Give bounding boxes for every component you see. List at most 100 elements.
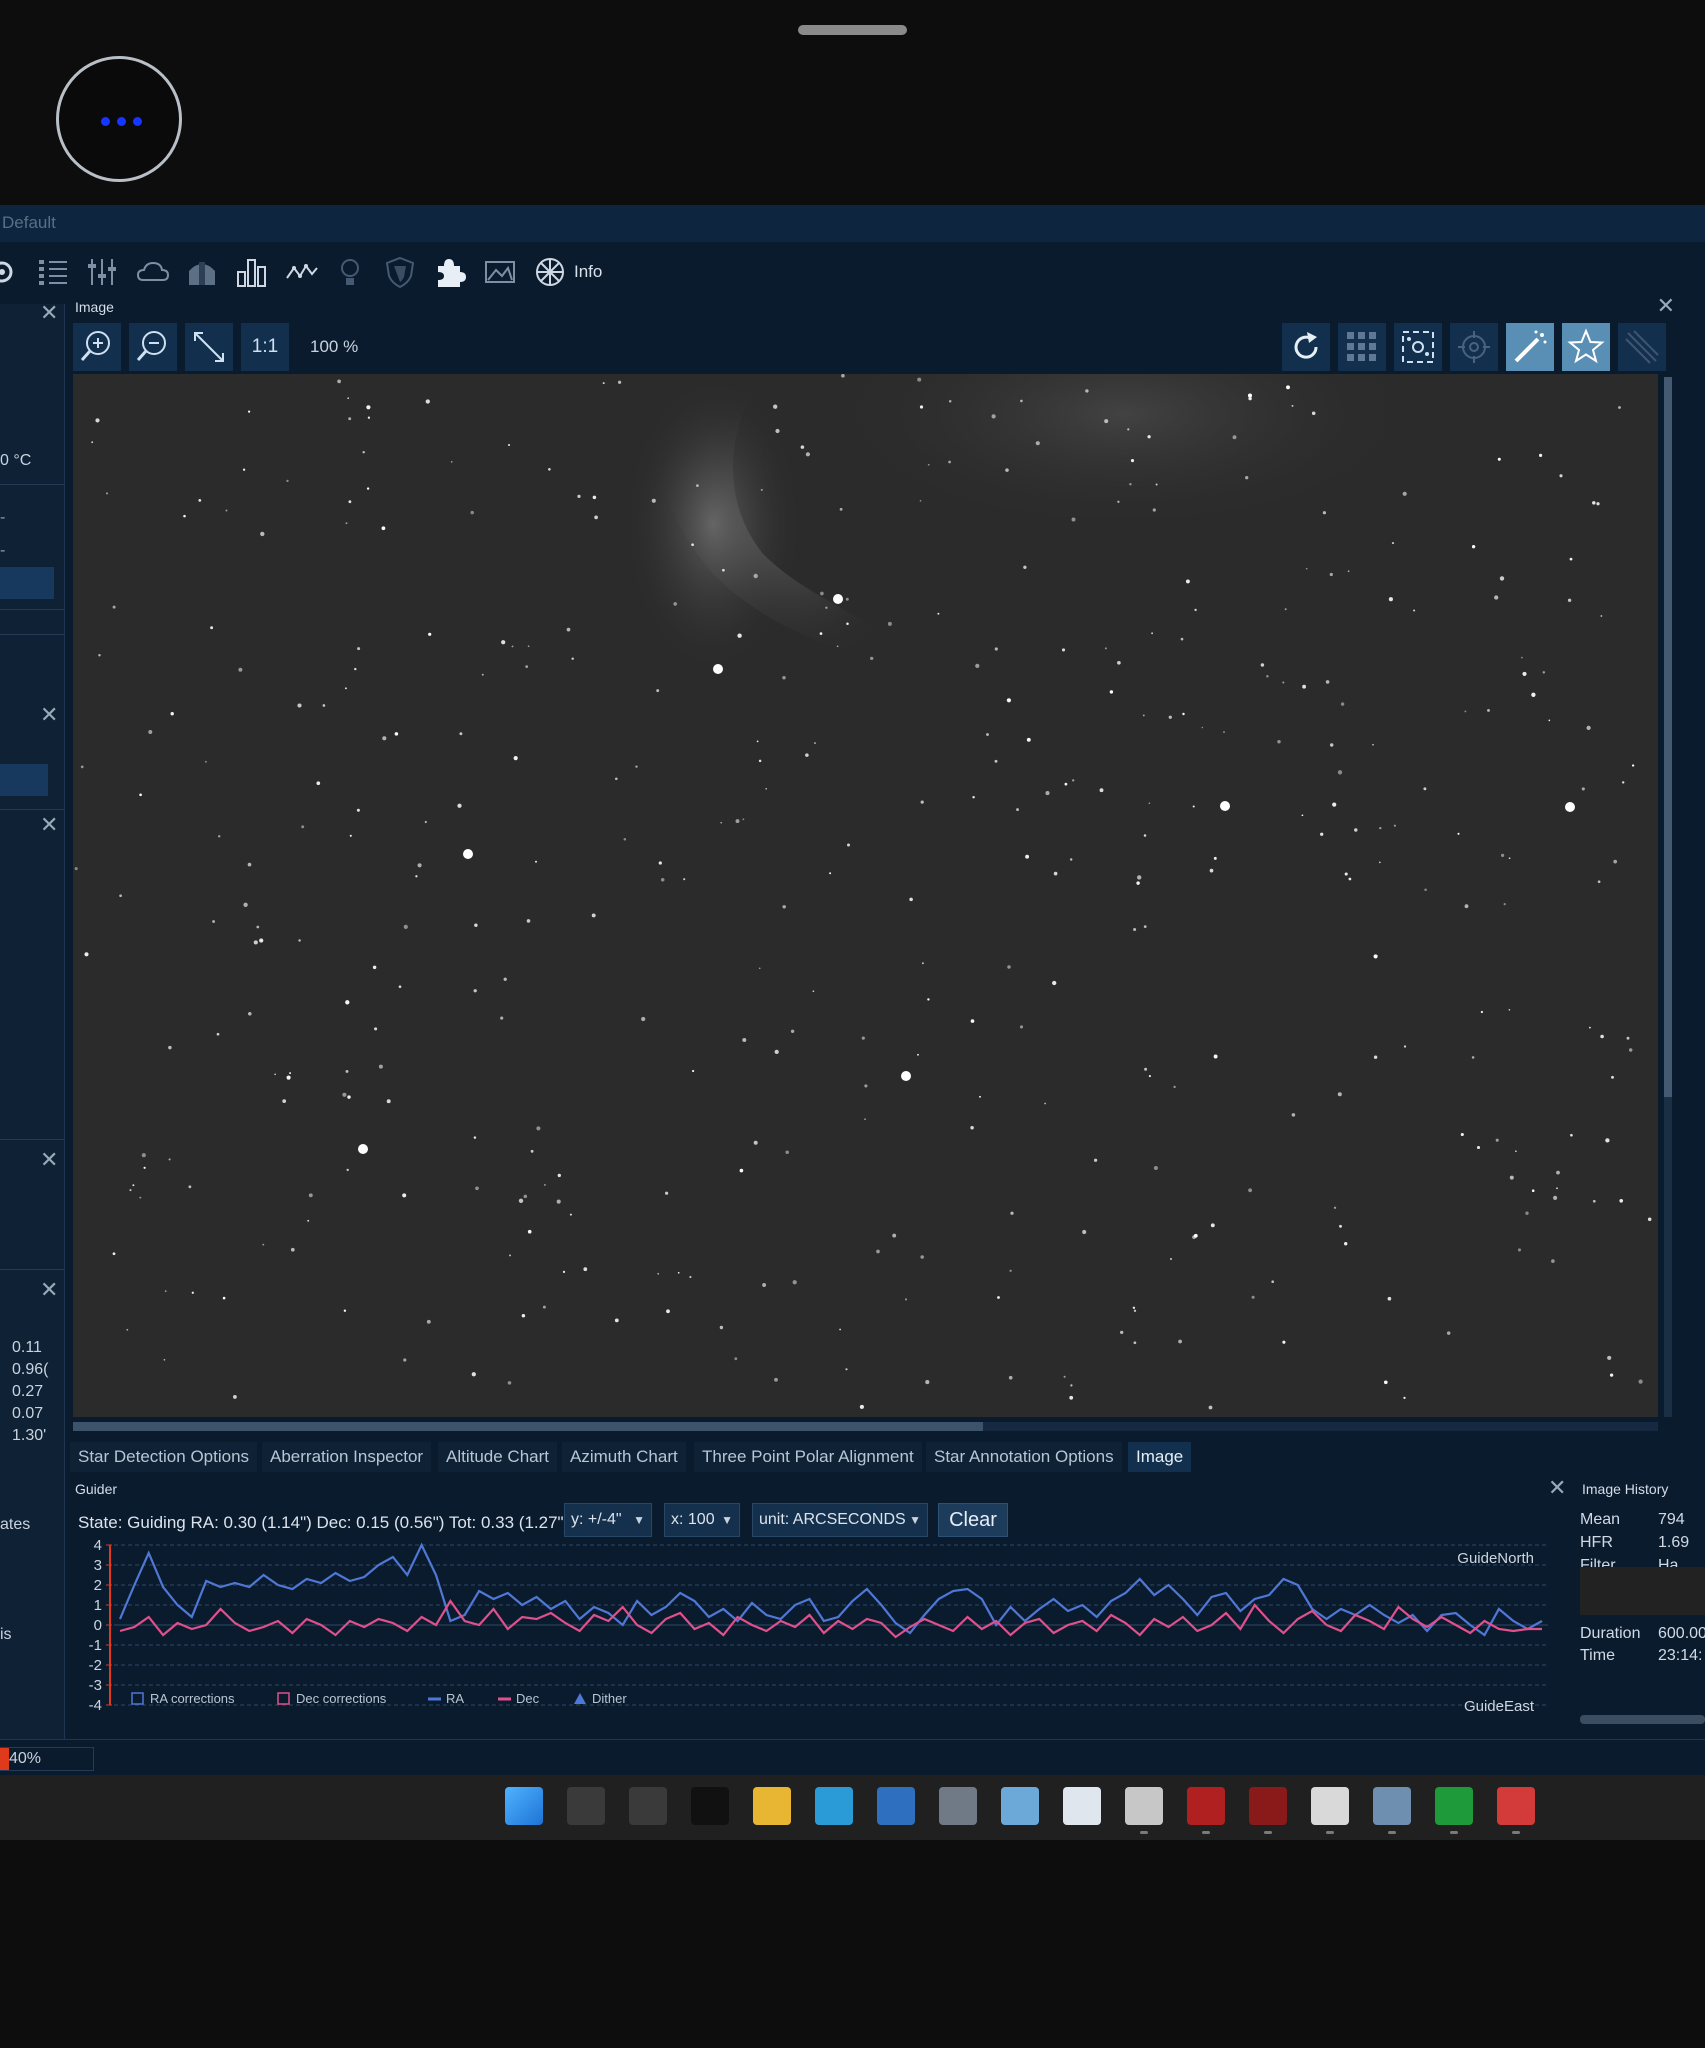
imaging-icon[interactable] xyxy=(234,254,270,290)
history-scrollbar[interactable] xyxy=(1580,1715,1705,1724)
star xyxy=(163,1358,166,1361)
terminal-icon[interactable] xyxy=(567,1787,605,1825)
zoom-in-button[interactable] xyxy=(73,323,121,371)
tab-image[interactable]: Image xyxy=(1128,1442,1192,1472)
auto-stretch-icon[interactable] xyxy=(1506,323,1554,371)
star xyxy=(1556,1170,1560,1175)
rotate-icon[interactable] xyxy=(1282,323,1330,371)
framing-icon[interactable] xyxy=(482,254,518,290)
sequence-icon[interactable] xyxy=(35,254,71,290)
lightbulb-icon[interactable] xyxy=(332,254,368,290)
star xyxy=(782,905,786,909)
star xyxy=(511,645,514,648)
panel-input[interactable] xyxy=(0,567,54,599)
phd2-icon[interactable] xyxy=(1435,1787,1473,1834)
drag-handle[interactable] xyxy=(798,25,907,35)
zoom-out-button[interactable] xyxy=(129,323,177,371)
close-icon[interactable]: ✕ xyxy=(40,812,58,838)
dome-icon[interactable] xyxy=(184,254,220,290)
shield-icon[interactable] xyxy=(382,254,418,290)
animal-app-icon[interactable] xyxy=(1125,1787,1163,1834)
options-icon[interactable] xyxy=(84,254,120,290)
calculator-icon[interactable] xyxy=(877,1787,915,1825)
star xyxy=(864,1118,866,1121)
photos-icon[interactable] xyxy=(1001,1787,1039,1825)
star xyxy=(876,1249,880,1254)
red-app-icon[interactable] xyxy=(1249,1787,1287,1834)
grid-icon[interactable] xyxy=(1338,323,1386,371)
usb-icon[interactable] xyxy=(691,1787,729,1825)
tab-altitude-chart[interactable]: Altitude Chart xyxy=(438,1442,557,1472)
star xyxy=(1499,576,1505,581)
info-tab-label[interactable]: Info xyxy=(574,262,602,282)
close-icon[interactable]: ✕ xyxy=(1548,1475,1566,1501)
keyboard-icon[interactable] xyxy=(629,1787,667,1825)
star xyxy=(513,756,518,761)
more-options-button[interactable] xyxy=(56,56,182,182)
close-icon[interactable]: ✕ xyxy=(40,702,58,728)
scroll-thumb[interactable] xyxy=(73,1422,983,1431)
tab-aberration-inspector[interactable]: Aberration Inspector xyxy=(262,1442,432,1472)
equipment-icon[interactable] xyxy=(0,254,26,290)
vertical-scrollbar[interactable] xyxy=(1664,377,1672,1417)
search-tool-icon[interactable] xyxy=(1063,1787,1101,1825)
star xyxy=(426,1319,431,1324)
star xyxy=(222,1296,226,1300)
tab-azimuth-chart[interactable]: Azimuth Chart xyxy=(562,1442,686,1472)
crosshair-icon[interactable] xyxy=(1450,323,1498,371)
close-icon[interactable]: ✕ xyxy=(40,1277,58,1303)
star xyxy=(1339,1224,1342,1228)
star xyxy=(84,952,89,957)
edge-icon[interactable] xyxy=(815,1787,853,1825)
bahtinov-icon[interactable] xyxy=(1618,323,1666,371)
guide-graph: 4 3 2 1 0 -1 -2 -3 -4 GuideNorth GuideEast RA corre… xyxy=(89,1539,1548,1715)
star xyxy=(1109,690,1114,694)
star xyxy=(839,507,843,511)
star xyxy=(1423,787,1427,791)
weather-icon[interactable] xyxy=(135,254,171,290)
astrometry-icon[interactable] xyxy=(1187,1787,1225,1834)
star xyxy=(785,1150,789,1155)
x-scale-select[interactable]: x: 100 ▼ xyxy=(664,1503,740,1537)
fit-to-screen-button[interactable] xyxy=(185,323,233,371)
star xyxy=(1019,1025,1024,1029)
file-explorer-icon[interactable] xyxy=(753,1787,791,1825)
star xyxy=(870,656,874,661)
plugins-icon[interactable] xyxy=(432,254,468,290)
scroll-thumb[interactable] xyxy=(1664,377,1672,1097)
astro-image[interactable] xyxy=(73,374,1658,1417)
clear-button[interactable]: Clear xyxy=(938,1503,1008,1537)
windows-start-icon[interactable] xyxy=(505,1787,543,1825)
nina-icon[interactable] xyxy=(1373,1787,1411,1834)
history-thumbnail[interactable] xyxy=(1580,1567,1705,1615)
tab-star-annotation-options[interactable]: Star Annotation Options xyxy=(926,1442,1122,1472)
actual-size-button[interactable]: 1:1 xyxy=(241,323,289,371)
skyatlas-icon[interactable] xyxy=(532,254,568,290)
star xyxy=(527,645,530,648)
close-icon[interactable]: ✕ xyxy=(1657,293,1675,319)
star xyxy=(198,499,202,502)
bright-star xyxy=(358,1144,368,1154)
guider-state: State: Guiding RA: 0.30 (1.14") Dec: 0.1… xyxy=(78,1513,570,1532)
tab-star-detection-options[interactable]: Star Detection Options xyxy=(70,1442,258,1472)
guiding-icon[interactable] xyxy=(284,254,320,290)
panel-input[interactable] xyxy=(0,764,48,796)
star xyxy=(758,759,762,763)
star-annotation-icon[interactable] xyxy=(1562,323,1610,371)
star xyxy=(1586,725,1591,731)
network-icon[interactable] xyxy=(1497,1787,1535,1834)
y-scale-select[interactable]: y: +/-4" ▼ xyxy=(564,1503,652,1537)
draw-app-icon[interactable] xyxy=(1311,1787,1349,1834)
close-icon[interactable]: ✕ xyxy=(40,300,58,326)
close-icon[interactable]: ✕ xyxy=(40,1147,58,1173)
horizontal-scrollbar[interactable] xyxy=(73,1422,1658,1431)
star-detect-icon[interactable] xyxy=(1394,323,1442,371)
chevron-down-icon: ▼ xyxy=(633,1513,645,1527)
star xyxy=(1142,714,1145,717)
settings-icon[interactable] xyxy=(939,1787,977,1825)
star xyxy=(920,1255,924,1259)
tab-three-point-polar-alignment[interactable]: Three Point Polar Alignment xyxy=(694,1442,922,1472)
star xyxy=(112,605,116,609)
unit-select[interactable]: unit: ARCSECONDS ▼ xyxy=(752,1503,928,1537)
star xyxy=(471,1372,476,1377)
